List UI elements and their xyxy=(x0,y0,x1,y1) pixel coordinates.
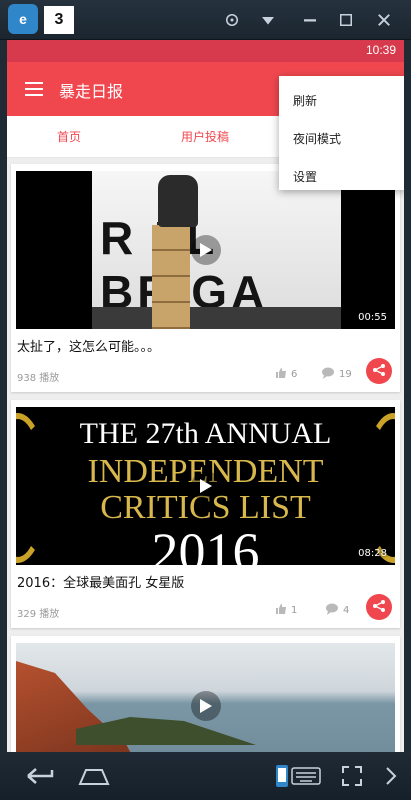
thumbs-up-icon xyxy=(275,367,287,382)
home-icon[interactable] xyxy=(76,762,112,790)
phone-screen: 10:39 暴走日报 首页 用户投稿 刷新 夜间模式 设置 R LL BRIGA xyxy=(7,40,404,752)
video-title[interactable]: 2016：全球最美面孔 女星版 xyxy=(17,572,184,591)
play-icon[interactable] xyxy=(190,235,221,265)
comment-count: 4 xyxy=(343,605,350,616)
play-count: 938 播放 xyxy=(17,373,60,384)
hill-shape xyxy=(76,717,256,745)
thumbnail-line: 2016 xyxy=(151,522,260,565)
status-time: 10:39 xyxy=(365,43,396,57)
video-duration: 00:55 xyxy=(358,312,387,323)
emulator-title-bar: e 3 xyxy=(0,0,411,40)
play-icon[interactable] xyxy=(190,691,221,721)
video-title[interactable]: 太扯了，这怎么可能。。。 xyxy=(17,336,160,355)
like-stat[interactable]: 6 xyxy=(275,367,297,382)
thumbs-up-icon xyxy=(275,603,287,618)
menu-item-settings[interactable]: 设置 xyxy=(279,158,404,196)
menu-item-night-mode[interactable]: 夜间模式 xyxy=(279,120,404,158)
thumbnail-line: THE 27th ANNUAL xyxy=(79,417,332,450)
like-stat[interactable]: 1 xyxy=(275,603,297,618)
hamburger-menu-icon[interactable] xyxy=(21,76,47,102)
keyboard-icon[interactable] xyxy=(288,762,324,790)
video-thumbnail[interactable]: THE 27th ANNUAL INDEPENDENT CRITICS LIST… xyxy=(16,407,395,565)
back-icon[interactable] xyxy=(22,762,58,790)
share-icon xyxy=(372,362,386,381)
page-title: 暴走日报 xyxy=(59,82,124,101)
comment-icon xyxy=(325,603,339,618)
video-card[interactable]: R LL BRIGA 00:55 太扯了，这怎么可能。。。 938 播放 6 xyxy=(11,164,400,392)
like-count: 6 xyxy=(291,369,298,380)
stacked-boxes xyxy=(152,225,190,329)
share-button[interactable] xyxy=(366,358,392,384)
close-icon[interactable] xyxy=(372,8,396,32)
tab-user-submissions[interactable]: 用户投稿 xyxy=(181,128,229,145)
minimize-icon[interactable] xyxy=(298,8,322,32)
menu-item-refresh[interactable]: 刷新 xyxy=(279,82,404,120)
video-thumbnail[interactable] xyxy=(16,643,395,752)
comment-stat[interactable]: 4 xyxy=(325,603,349,618)
app-thumbnail-icon[interactable]: 3 xyxy=(44,6,74,34)
video-duration: 08:28 xyxy=(358,548,387,559)
dropdown-icon[interactable] xyxy=(256,8,280,32)
overflow-menu: 刷新 夜间模式 设置 xyxy=(279,76,404,190)
like-count: 1 xyxy=(291,605,298,616)
share-icon xyxy=(372,598,386,617)
chevron-right-icon[interactable] xyxy=(376,762,406,790)
comment-stat[interactable]: 19 xyxy=(321,367,352,382)
fullscreen-icon[interactable] xyxy=(334,762,370,790)
status-bar: 10:39 xyxy=(7,40,404,62)
share-button[interactable] xyxy=(366,594,392,620)
play-count: 329 播放 xyxy=(17,609,60,620)
maximize-icon[interactable] xyxy=(334,8,358,32)
comment-icon xyxy=(321,367,335,382)
play-icon[interactable] xyxy=(190,471,221,501)
tab-home[interactable]: 首页 xyxy=(57,128,81,145)
jumping-person xyxy=(158,175,198,227)
video-card[interactable]: THE 27th ANNUAL INDEPENDENT CRITICS LIST… xyxy=(11,400,400,628)
video-card[interactable] xyxy=(11,636,400,752)
settings-icon[interactable] xyxy=(220,8,244,32)
emulator-nav-bar xyxy=(0,752,411,800)
emulator-logo: e xyxy=(8,4,38,34)
comment-count: 19 xyxy=(339,369,352,380)
